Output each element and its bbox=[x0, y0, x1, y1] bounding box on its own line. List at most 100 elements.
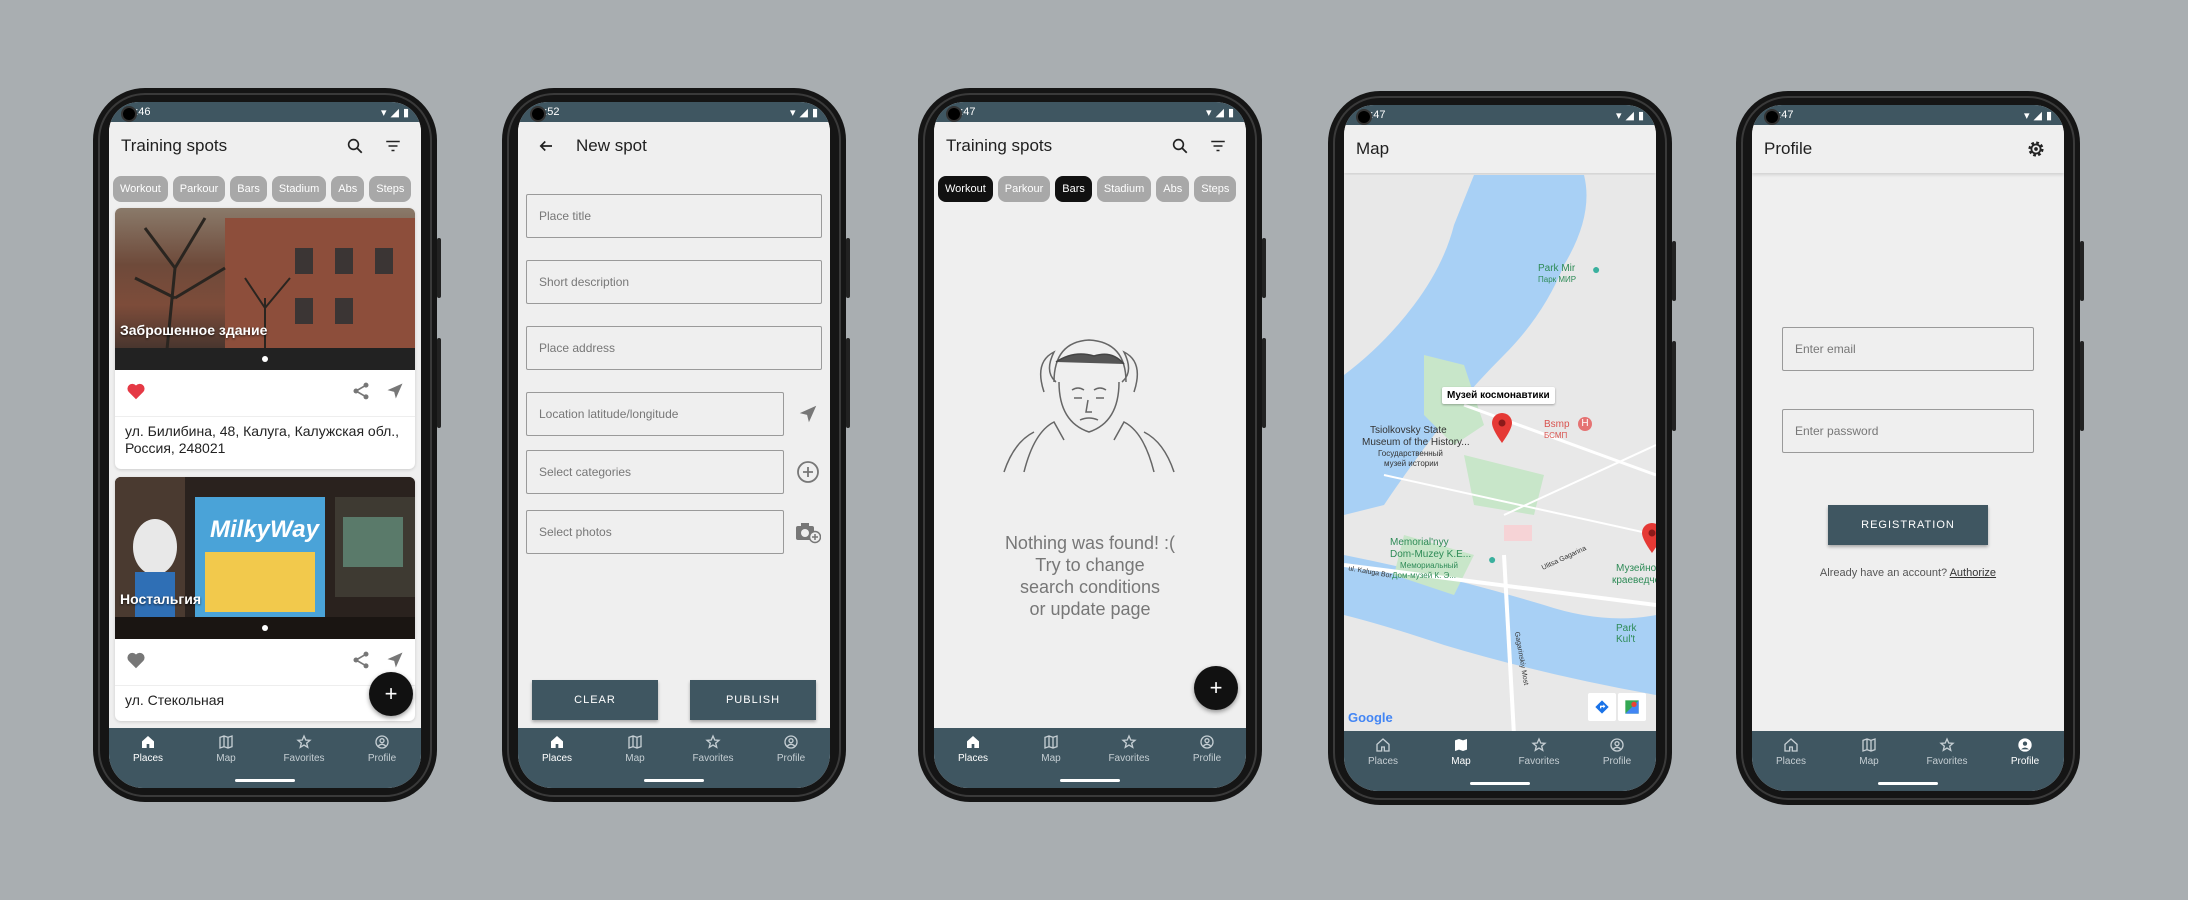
heart-icon[interactable] bbox=[125, 380, 147, 407]
map-marker-icon[interactable] bbox=[1642, 523, 1656, 558]
nav-map-label: Map bbox=[216, 753, 236, 764]
place-card[interactable]: Заброшенное здание ул. Билибина, 48, Кал… bbox=[115, 208, 415, 469]
museum-pin-icon[interactable]: ● bbox=[1488, 551, 1496, 567]
confused-face-illustration bbox=[984, 322, 1194, 482]
map-label-museum-kraeved: Музейно bbox=[1616, 563, 1656, 574]
filter-icon[interactable] bbox=[1202, 130, 1234, 162]
short-description-field[interactable]: Short description bbox=[526, 260, 822, 304]
nav-places[interactable]: Places bbox=[1752, 737, 1830, 791]
chip-workout[interactable]: Workout bbox=[938, 176, 993, 202]
place-photo[interactable]: MilkyWay Ностальгия bbox=[115, 477, 415, 639]
add-spot-button[interactable]: + bbox=[369, 672, 413, 716]
home-icon bbox=[1376, 738, 1390, 752]
back-arrow-icon[interactable] bbox=[530, 130, 562, 162]
chip-workout[interactable]: Workout bbox=[113, 176, 168, 202]
battery-icon: ▮ bbox=[1227, 106, 1234, 119]
chip-abs[interactable]: Abs bbox=[331, 176, 365, 202]
categories-field[interactable]: Select categories bbox=[526, 450, 784, 494]
map-view[interactable]: Park Mir Парк МИР ● Музей космонавтики T… bbox=[1344, 175, 1656, 731]
empty-message-line-3: search conditions bbox=[1019, 577, 1161, 597]
chip-abs[interactable]: Abs bbox=[1156, 176, 1190, 202]
chip-stadium[interactable]: Stadium bbox=[271, 176, 327, 202]
chip-steps[interactable]: Steps bbox=[369, 176, 412, 202]
home-indicator bbox=[1878, 782, 1938, 785]
signal-icon: ◢ bbox=[799, 106, 808, 119]
wifi-icon: ▾ bbox=[789, 106, 796, 119]
chip-parkour[interactable]: Parkour bbox=[172, 176, 226, 202]
bottom-nav: Places Map Favorites Profile bbox=[1344, 731, 1656, 791]
map-label-bsmp-ru: БСМП bbox=[1544, 431, 1568, 440]
search-icon[interactable] bbox=[339, 130, 371, 162]
add-circle-icon[interactable] bbox=[794, 458, 822, 486]
navigate-icon[interactable] bbox=[794, 400, 822, 428]
map-label-museum-ru: Государственный bbox=[1378, 449, 1443, 458]
park-pin-icon[interactable]: ● bbox=[1592, 261, 1600, 277]
hospital-icon[interactable]: H bbox=[1578, 417, 1592, 431]
nav-profile[interactable]: Profile bbox=[343, 734, 421, 788]
share-icon[interactable] bbox=[351, 650, 371, 675]
settings-gear-icon[interactable] bbox=[2020, 133, 2052, 165]
photos-field[interactable]: Select photos bbox=[526, 510, 784, 554]
nav-map-label: Map bbox=[1041, 753, 1061, 764]
nav-profile[interactable]: Profile bbox=[1168, 734, 1246, 788]
place-title-field[interactable]: Place title bbox=[526, 194, 822, 238]
category-chips: Workout Parkour Bars Stadium Abs Steps bbox=[934, 170, 1246, 208]
directions-icon[interactable] bbox=[1588, 693, 1616, 721]
map-marker-icon[interactable] bbox=[1492, 413, 1512, 448]
filter-icon[interactable] bbox=[377, 130, 409, 162]
signal-icon: ◢ bbox=[2033, 109, 2042, 122]
nav-profile[interactable]: Profile bbox=[1578, 737, 1656, 791]
bottom-nav: Places Map Favorites Profile bbox=[518, 728, 830, 788]
nav-places[interactable]: Places bbox=[1344, 737, 1422, 791]
share-icon[interactable] bbox=[351, 381, 371, 406]
location-field[interactable]: Location latitude/longitude bbox=[526, 392, 784, 436]
account-icon bbox=[784, 735, 798, 749]
publish-button[interactable]: PUBLISH bbox=[690, 680, 816, 720]
signal-icon: ◢ bbox=[390, 106, 399, 119]
star-icon bbox=[1531, 737, 1547, 752]
open-maps-icon[interactable] bbox=[1618, 693, 1646, 721]
phone-new-spot: 10:52 ▾◢▮ New spot Place title Short des… bbox=[502, 88, 850, 802]
chip-steps[interactable]: Steps bbox=[1194, 176, 1237, 202]
battery-icon: ▮ bbox=[1637, 109, 1644, 122]
clear-button[interactable]: CLEAR bbox=[532, 680, 658, 720]
map-icon bbox=[628, 735, 642, 749]
star-icon bbox=[1939, 737, 1955, 752]
nav-map-label: Map bbox=[625, 753, 645, 764]
app-bar: Map bbox=[1344, 125, 1656, 173]
heart-icon[interactable] bbox=[125, 649, 147, 676]
navigate-icon[interactable] bbox=[385, 650, 405, 675]
home-icon bbox=[551, 736, 563, 748]
add-spot-button[interactable]: + bbox=[1194, 666, 1238, 710]
empty-message-line-4: or update page bbox=[1029, 599, 1151, 619]
camera-hole bbox=[530, 106, 546, 122]
nav-profile[interactable]: Profile bbox=[752, 734, 830, 788]
chip-bars[interactable]: Bars bbox=[230, 176, 267, 202]
nav-places[interactable]: Places bbox=[518, 734, 596, 788]
place-address-field[interactable]: Place address bbox=[526, 326, 822, 370]
password-field[interactable]: Enter password bbox=[1782, 409, 2034, 453]
navigate-icon[interactable] bbox=[385, 381, 405, 406]
phone-map: 10:47 ▾◢▮ Map Park Mir Парк М bbox=[1328, 91, 1676, 805]
chip-parkour[interactable]: Parkour bbox=[997, 176, 1051, 202]
chip-stadium[interactable]: Stadium bbox=[1096, 176, 1152, 202]
place-photo[interactable]: Заброшенное здание bbox=[115, 208, 415, 370]
map-label-memorial: Memorial'nyy bbox=[1390, 537, 1449, 548]
home-indicator bbox=[1470, 782, 1530, 785]
page-indicator bbox=[262, 356, 268, 362]
camera-hole bbox=[946, 106, 962, 122]
registration-button[interactable]: REGISTRATION bbox=[1828, 505, 1988, 545]
nav-places[interactable]: Places bbox=[934, 734, 1012, 788]
nav-favorites-label: Favorites bbox=[1108, 753, 1150, 764]
nav-favorites-label: Favorites bbox=[692, 753, 734, 764]
email-field[interactable]: Enter email bbox=[1782, 327, 2034, 371]
nav-places[interactable]: Places bbox=[109, 734, 187, 788]
chip-bars[interactable]: Bars bbox=[1055, 176, 1092, 202]
map-label-memorial-ru: Мемориальный bbox=[1400, 561, 1458, 570]
authorize-link[interactable]: Authorize bbox=[1950, 567, 1996, 579]
nav-profile[interactable]: Profile bbox=[1986, 737, 2064, 791]
add-photo-icon[interactable] bbox=[794, 518, 822, 546]
place-caption: Заброшенное здание bbox=[120, 322, 268, 338]
search-icon[interactable] bbox=[1164, 130, 1196, 162]
museum-tooltip[interactable]: Музей космонавтики bbox=[1442, 387, 1555, 404]
